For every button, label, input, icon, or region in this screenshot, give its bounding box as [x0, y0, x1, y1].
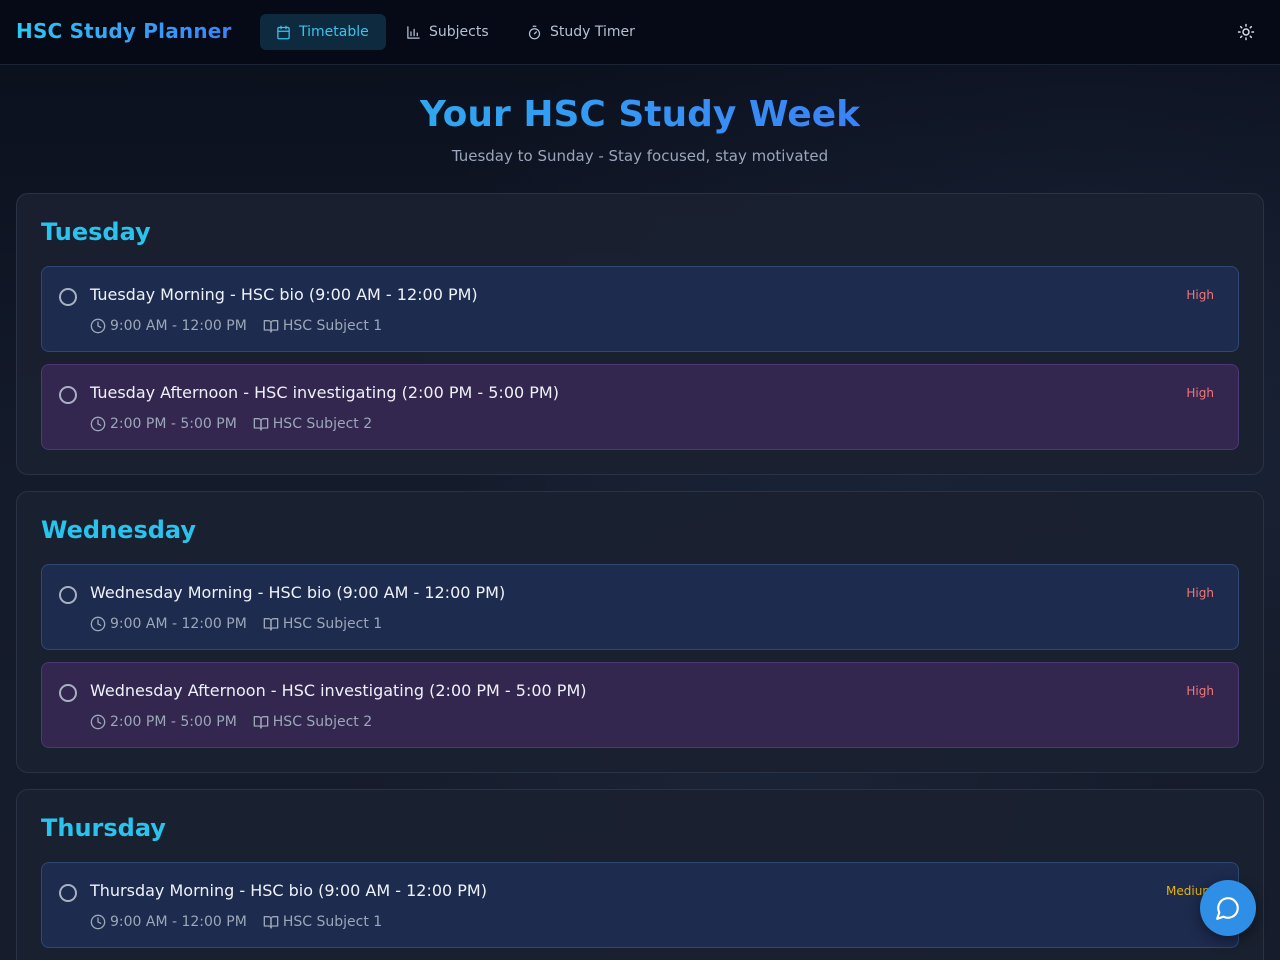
session-title: Wednesday Afternoon - HSC investigating …: [90, 681, 587, 700]
session-subject: HSC Subject 1: [282, 616, 383, 632]
day-card-thursday: Thursday Thursday Morning - HSC bio (9:0…: [16, 789, 1264, 960]
complete-checkbox[interactable]: [59, 386, 77, 404]
study-session[interactable]: Tuesday Morning - HSC bio (9:00 AM - 12:…: [41, 266, 1239, 352]
timer-icon: [528, 25, 541, 39]
nav-timetable-button[interactable]: Timetable: [260, 14, 386, 50]
complete-checkbox[interactable]: [59, 684, 77, 702]
clock-icon: [90, 714, 106, 730]
priority-badge: High: [1186, 386, 1214, 400]
study-session[interactable]: Thursday Morning - HSC bio (9:00 AM - 12…: [41, 862, 1239, 948]
book-open-icon: [263, 916, 279, 929]
session-time: 9:00 AM - 12:00 PM: [110, 318, 247, 334]
book-open-icon: [263, 320, 279, 333]
session-title: Wednesday Morning - HSC bio (9:00 AM - 1…: [90, 583, 506, 602]
chat-button[interactable]: [1200, 880, 1256, 936]
session-meta: 9:00 AM - 12:00 PM HSC Subject 1: [90, 616, 382, 632]
priority-badge: High: [1186, 586, 1214, 600]
session-time: 2:00 PM - 5:00 PM: [110, 714, 237, 730]
complete-checkbox[interactable]: [59, 586, 77, 604]
clock-icon: [90, 318, 106, 334]
session-time: 9:00 AM - 12:00 PM: [110, 914, 247, 930]
session-subject: HSC Subject 1: [282, 318, 383, 334]
session-subject: HSC Subject 2: [272, 416, 373, 432]
session-time: 2:00 PM - 5:00 PM: [110, 416, 237, 432]
chat-bubble-icon: [1216, 897, 1239, 920]
clock-icon: [90, 616, 106, 632]
nav-subjects-button[interactable]: Subjects: [390, 14, 505, 50]
book-open-icon: [253, 418, 269, 431]
priority-badge: High: [1186, 684, 1214, 698]
clock-icon: [90, 416, 106, 432]
session-meta: 9:00 AM - 12:00 PM HSC Subject 1: [90, 914, 382, 930]
session-title: Thursday Morning - HSC bio (9:00 AM - 12…: [90, 881, 487, 900]
nav-timetable-label: Timetable: [299, 24, 369, 40]
complete-checkbox[interactable]: [59, 288, 77, 306]
day-card-tuesday: Tuesday Tuesday Morning - HSC bio (9:00 …: [16, 193, 1264, 475]
day-title: Wednesday: [41, 516, 197, 544]
nav-study-timer-label: Study Timer: [550, 24, 635, 40]
app-title[interactable]: HSC Study Planner: [16, 19, 232, 43]
study-session[interactable]: Wednesday Afternoon - HSC investigating …: [41, 662, 1239, 748]
sun-icon: [1237, 23, 1255, 41]
page-subtitle: Tuesday to Sunday - Stay focused, stay m…: [451, 147, 829, 165]
book-open-icon: [263, 618, 279, 631]
theme-toggle-button[interactable]: [1234, 20, 1258, 44]
session-title: Tuesday Afternoon - HSC investigating (2…: [90, 383, 559, 402]
calendar-icon: [277, 25, 290, 39]
day-card-wednesday: Wednesday Wednesday Morning - HSC bio (9…: [16, 491, 1264, 773]
top-nav-bar: HSC Study Planner Timetable Subjects Stu…: [0, 0, 1280, 65]
page-title: Your HSC Study Week: [419, 94, 861, 135]
day-title: Thursday: [41, 814, 166, 842]
nav-study-timer-button[interactable]: Study Timer: [511, 14, 651, 50]
study-session[interactable]: Wednesday Morning - HSC bio (9:00 AM - 1…: [41, 564, 1239, 650]
complete-checkbox[interactable]: [59, 884, 77, 902]
session-time: 9:00 AM - 12:00 PM: [110, 616, 247, 632]
session-title: Tuesday Morning - HSC bio (9:00 AM - 12:…: [90, 285, 478, 304]
priority-badge: High: [1186, 288, 1214, 302]
session-meta: 9:00 AM - 12:00 PM HSC Subject 1: [90, 318, 382, 334]
session-subject: HSC Subject 2: [272, 714, 373, 730]
day-title: Tuesday: [41, 218, 151, 246]
bar-chart-icon: [407, 25, 420, 39]
study-session[interactable]: Tuesday Afternoon - HSC investigating (2…: [41, 364, 1239, 450]
book-open-icon: [253, 716, 269, 729]
session-subject: HSC Subject 1: [282, 914, 383, 930]
session-meta: 2:00 PM - 5:00 PM HSC Subject 2: [90, 416, 372, 432]
nav-subjects-label: Subjects: [429, 24, 489, 40]
clock-icon: [90, 914, 106, 930]
session-meta: 2:00 PM - 5:00 PM HSC Subject 2: [90, 714, 372, 730]
